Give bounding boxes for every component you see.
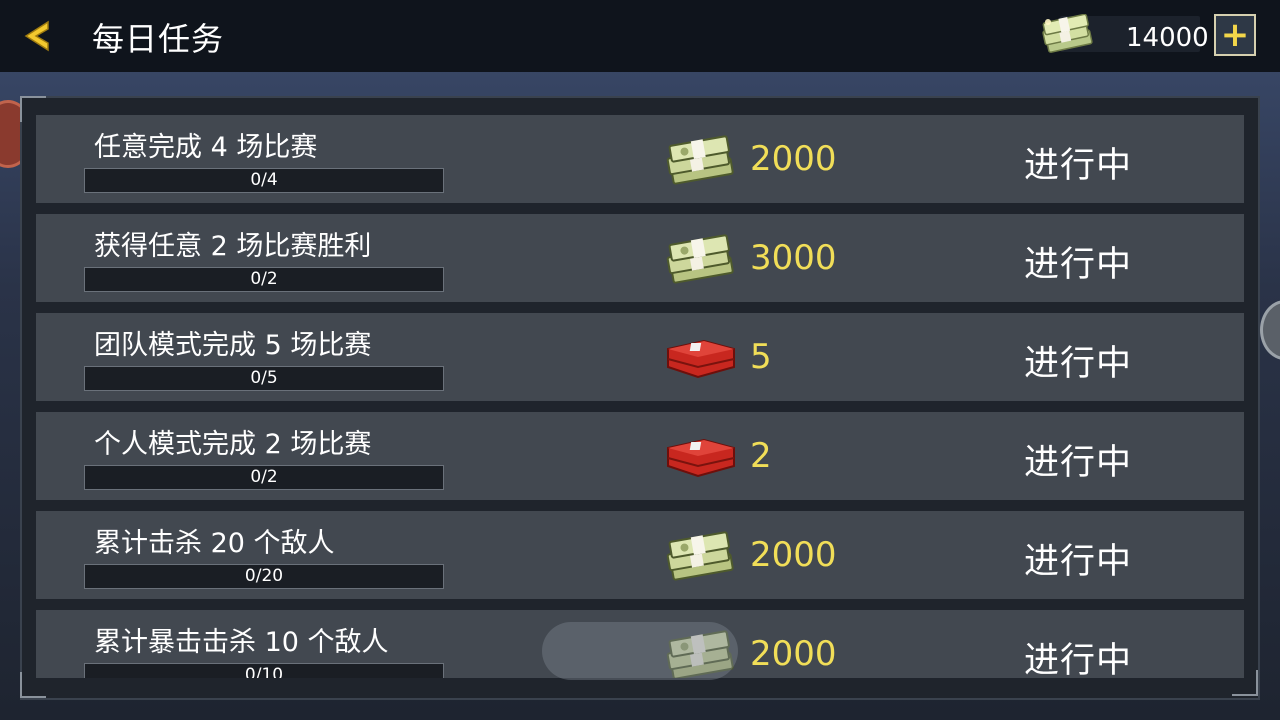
task-row[interactable]: 获得任意 2 场比赛胜利 0/2 3000 进行中 bbox=[36, 214, 1244, 302]
reward-amount: 2000 bbox=[750, 634, 837, 674]
progress-text: 0/2 bbox=[250, 467, 278, 487]
progress-text: 0/2 bbox=[250, 269, 278, 289]
currency-display: 14000 bbox=[1040, 14, 1209, 54]
reward-amount: 3000 bbox=[750, 238, 837, 278]
red-crate-icon bbox=[667, 339, 735, 379]
task-status: 进行中 bbox=[1024, 245, 1133, 285]
cash-stack-icon bbox=[666, 135, 734, 185]
back-arrow-icon bbox=[24, 20, 49, 52]
task-title: 获得任意 2 场比赛胜利 bbox=[94, 231, 372, 262]
cash-stack-icon bbox=[666, 531, 734, 581]
progress-text: 0/4 bbox=[250, 170, 278, 190]
task-row[interactable]: 团队模式完成 5 场比赛 0/5 5 进行中 bbox=[36, 313, 1244, 401]
task-status: 进行中 bbox=[1024, 641, 1133, 678]
task-status: 进行中 bbox=[1024, 542, 1133, 582]
back-button[interactable] bbox=[18, 16, 58, 56]
scroll-indicator[interactable] bbox=[542, 622, 738, 680]
task-title: 个人模式完成 2 场比赛 bbox=[94, 429, 372, 460]
page-title: 每日任务 bbox=[92, 20, 225, 58]
task-progress-bar: 0/4 bbox=[84, 168, 444, 193]
progress-text: 0/10 bbox=[244, 665, 284, 678]
task-row[interactable]: 任意完成 4 场比赛 0/4 2000 进行中 bbox=[36, 115, 1244, 203]
task-status: 进行中 bbox=[1024, 443, 1133, 483]
reward-amount: 2 bbox=[750, 436, 772, 476]
reward-amount: 5 bbox=[750, 337, 772, 377]
cash-stack-icon bbox=[1042, 14, 1093, 53]
task-title: 任意完成 4 场比赛 bbox=[94, 132, 318, 163]
cash-stack-icon bbox=[666, 234, 734, 284]
progress-text: 0/20 bbox=[244, 566, 284, 586]
task-progress-bar: 0/2 bbox=[84, 267, 444, 292]
task-title: 累计击杀 20 个敌人 bbox=[94, 528, 335, 559]
task-progress-bar: 0/10 bbox=[84, 663, 444, 678]
task-row[interactable]: 个人模式完成 2 场比赛 0/2 2 进行中 bbox=[36, 412, 1244, 500]
red-crate-icon bbox=[667, 438, 735, 478]
task-title: 团队模式完成 5 场比赛 bbox=[94, 330, 372, 361]
progress-text: 0/5 bbox=[250, 368, 278, 388]
task-progress-bar: 0/2 bbox=[84, 465, 444, 490]
task-progress-bar: 0/20 bbox=[84, 564, 444, 589]
task-list[interactable]: 任意完成 4 场比赛 0/4 2000 进行中 获得任意 2 场比赛胜利 0/2 bbox=[36, 115, 1244, 678]
task-status: 进行中 bbox=[1024, 344, 1133, 384]
reward-amount: 2000 bbox=[750, 139, 837, 179]
task-row[interactable]: 累计击杀 20 个敌人 0/20 2000 进行中 bbox=[36, 511, 1244, 599]
currency-amount: 14000 bbox=[1126, 23, 1209, 53]
plus-icon: + bbox=[1220, 15, 1250, 55]
task-status: 进行中 bbox=[1024, 146, 1133, 186]
task-progress-bar: 0/5 bbox=[84, 366, 444, 391]
reward-amount: 2000 bbox=[750, 535, 837, 575]
task-title: 累计暴击击杀 10 个敌人 bbox=[94, 627, 389, 658]
top-bar: 每日任务 14000 + bbox=[0, 0, 1280, 72]
add-currency-button[interactable]: + bbox=[1214, 14, 1256, 56]
